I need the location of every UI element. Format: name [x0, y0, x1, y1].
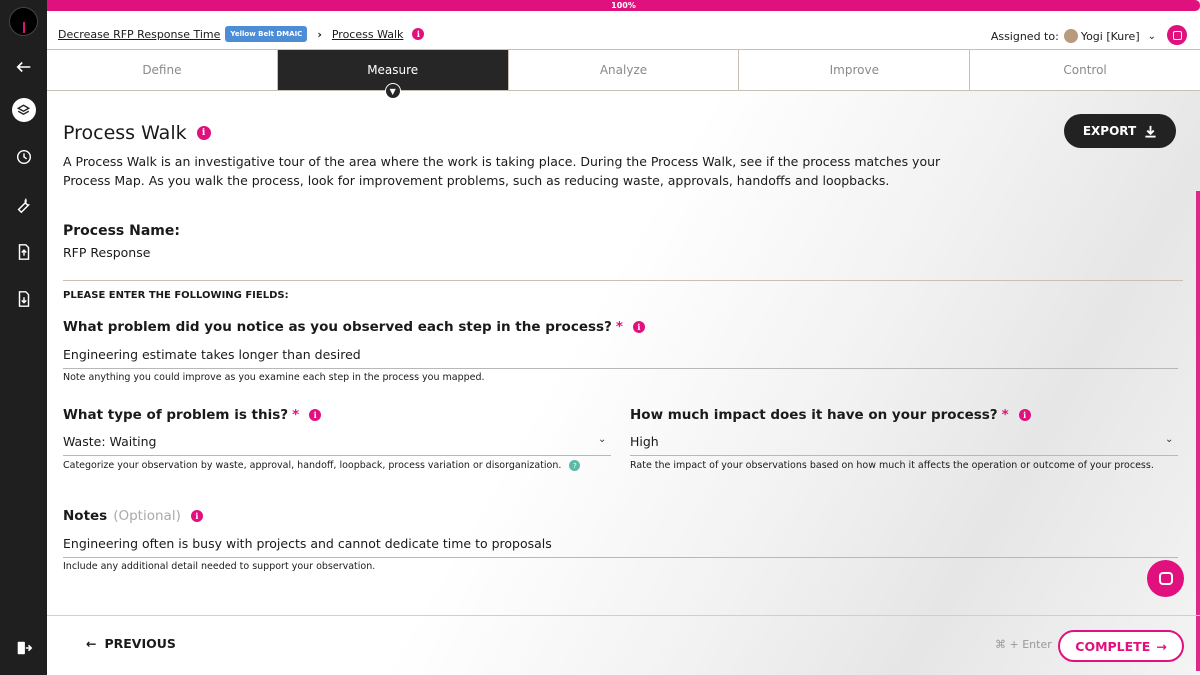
export-button[interactable]: EXPORT	[1064, 114, 1176, 148]
problem-type-select[interactable]: Waste: Waiting	[63, 434, 156, 449]
required-marker: *	[1001, 407, 1009, 423]
divider	[63, 280, 1183, 281]
info-icon[interactable]: i	[309, 409, 322, 421]
breadcrumb-page-link[interactable]: Process Walk	[332, 28, 404, 41]
problem-type-hint-text: Categorize your observation by waste, ap…	[63, 460, 562, 471]
impact-underline	[630, 455, 1178, 456]
footer-divider	[47, 615, 1200, 616]
keyboard-shortcut-hint: ⌘ + Enter	[995, 638, 1052, 651]
progress-bar: 100%	[47, 0, 1200, 11]
help-icon[interactable]: ?	[569, 460, 581, 471]
complete-label: COMPLETE	[1075, 638, 1151, 654]
back-arrow-icon[interactable]	[0, 52, 47, 82]
download-file-icon[interactable]	[0, 284, 47, 314]
breadcrumb-separator: ›	[317, 27, 322, 41]
impact-field-label: How much impact does it have on your pro…	[630, 407, 1031, 423]
tab-analyze[interactable]: Analyze	[508, 50, 740, 90]
clock-icon[interactable]	[0, 142, 47, 172]
info-icon[interactable]: i	[190, 510, 203, 522]
export-label: EXPORT	[1082, 124, 1137, 138]
arrow-right-icon: →	[1156, 638, 1167, 654]
chat-icon	[1158, 572, 1173, 585]
notes-hint: Include any additional detail needed to …	[63, 561, 376, 572]
impact-select[interactable]: High	[630, 434, 659, 449]
tab-define[interactable]: Define	[47, 50, 278, 90]
info-icon[interactable]: i	[632, 321, 645, 333]
belt-badge: Yellow Belt DMAIC	[225, 26, 308, 42]
notes-label-text: Notes	[63, 508, 108, 524]
assigned-label: Assigned to:	[990, 29, 1059, 43]
chevron-down-icon: ⌄	[1147, 30, 1156, 42]
layers-icon[interactable]	[0, 95, 47, 125]
optional-marker: (Optional)	[113, 508, 181, 524]
process-name-value: RFP Response	[63, 245, 151, 260]
problem-field-label: What problem did you notice as you obser…	[63, 319, 645, 335]
assigned-user: Yogi [Kure]	[1080, 29, 1140, 43]
problem-type-label-text: What type of problem is this?	[63, 407, 289, 423]
required-marker: *	[292, 407, 300, 423]
complete-button[interactable]: COMPLETE →	[1058, 630, 1184, 662]
chevron-down-icon[interactable]: ⌄	[1165, 434, 1173, 445]
chevron-down-icon: ▼	[384, 83, 401, 99]
sticky-note-button[interactable]	[1167, 25, 1187, 45]
phase-tabs: Define Measure ▼ Analyze Improve Control	[47, 49, 1200, 99]
tab-measure-label: Measure	[367, 63, 419, 77]
info-icon[interactable]: i	[412, 28, 425, 40]
problem-hint: Note anything you could improve as you e…	[63, 372, 485, 383]
breadcrumb: Decrease RFP Response Time Yellow Belt D…	[58, 24, 425, 44]
info-icon[interactable]: i	[196, 126, 211, 140]
problem-type-underline	[63, 455, 611, 456]
impact-label-text: How much impact does it have on your pro…	[630, 407, 998, 423]
impact-hint: Rate the impact of your observations bas…	[630, 460, 1154, 471]
enter-fields-heading: PLEASE ENTER THE FOLLOWING FIELDS:	[63, 290, 289, 301]
previous-button[interactable]: ← PREVIOUS	[86, 636, 176, 651]
problem-label-text: What problem did you notice as you obser…	[63, 319, 612, 335]
notes-underline	[63, 557, 1178, 558]
main-content: Process Walk i EXPORT A Process Walk is …	[47, 91, 1200, 675]
page-title-text: Process Walk	[63, 122, 187, 144]
tab-measure[interactable]: Measure ▼	[277, 50, 509, 99]
logout-icon[interactable]	[0, 633, 47, 663]
required-marker: *	[615, 319, 623, 335]
upload-file-icon[interactable]	[0, 237, 47, 267]
problem-type-field-label: What type of problem is this? * i	[63, 407, 322, 423]
page-title: Process Walk i	[63, 122, 211, 144]
sticky-note-icon	[1172, 30, 1182, 40]
process-name-label: Process Name:	[63, 223, 180, 239]
avatar	[1063, 29, 1078, 43]
previous-label: PREVIOUS	[104, 636, 176, 651]
chat-button[interactable]	[1147, 560, 1184, 597]
sidebar	[0, 0, 47, 675]
progress-label: 100%	[611, 1, 636, 10]
logo[interactable]	[9, 7, 38, 36]
page-description: A Process Walk is an investigative tour …	[63, 154, 941, 188]
chevron-down-icon[interactable]: ⌄	[598, 434, 606, 445]
breadcrumb-project-link[interactable]: Decrease RFP Response Time	[58, 28, 220, 41]
arrow-left-icon: ←	[86, 636, 97, 651]
scrollbar[interactable]	[1196, 191, 1200, 671]
tab-improve[interactable]: Improve	[739, 50, 971, 90]
problem-type-hint: Categorize your observation by waste, ap…	[63, 460, 581, 471]
notes-input[interactable]: Engineering often is busy with projects …	[63, 536, 552, 551]
problem-input-underline	[63, 368, 1178, 369]
assigned-to-selector[interactable]: Assigned to: Yogi [Kure] ⌄	[991, 26, 1156, 46]
tab-control[interactable]: Control	[970, 50, 1200, 90]
download-icon	[1145, 125, 1156, 138]
problem-input[interactable]: Engineering estimate takes longer than d…	[63, 347, 361, 362]
notes-field-label: Notes (Optional) i	[63, 508, 203, 524]
info-icon[interactable]: i	[1018, 409, 1031, 421]
wrench-icon[interactable]	[0, 190, 47, 220]
